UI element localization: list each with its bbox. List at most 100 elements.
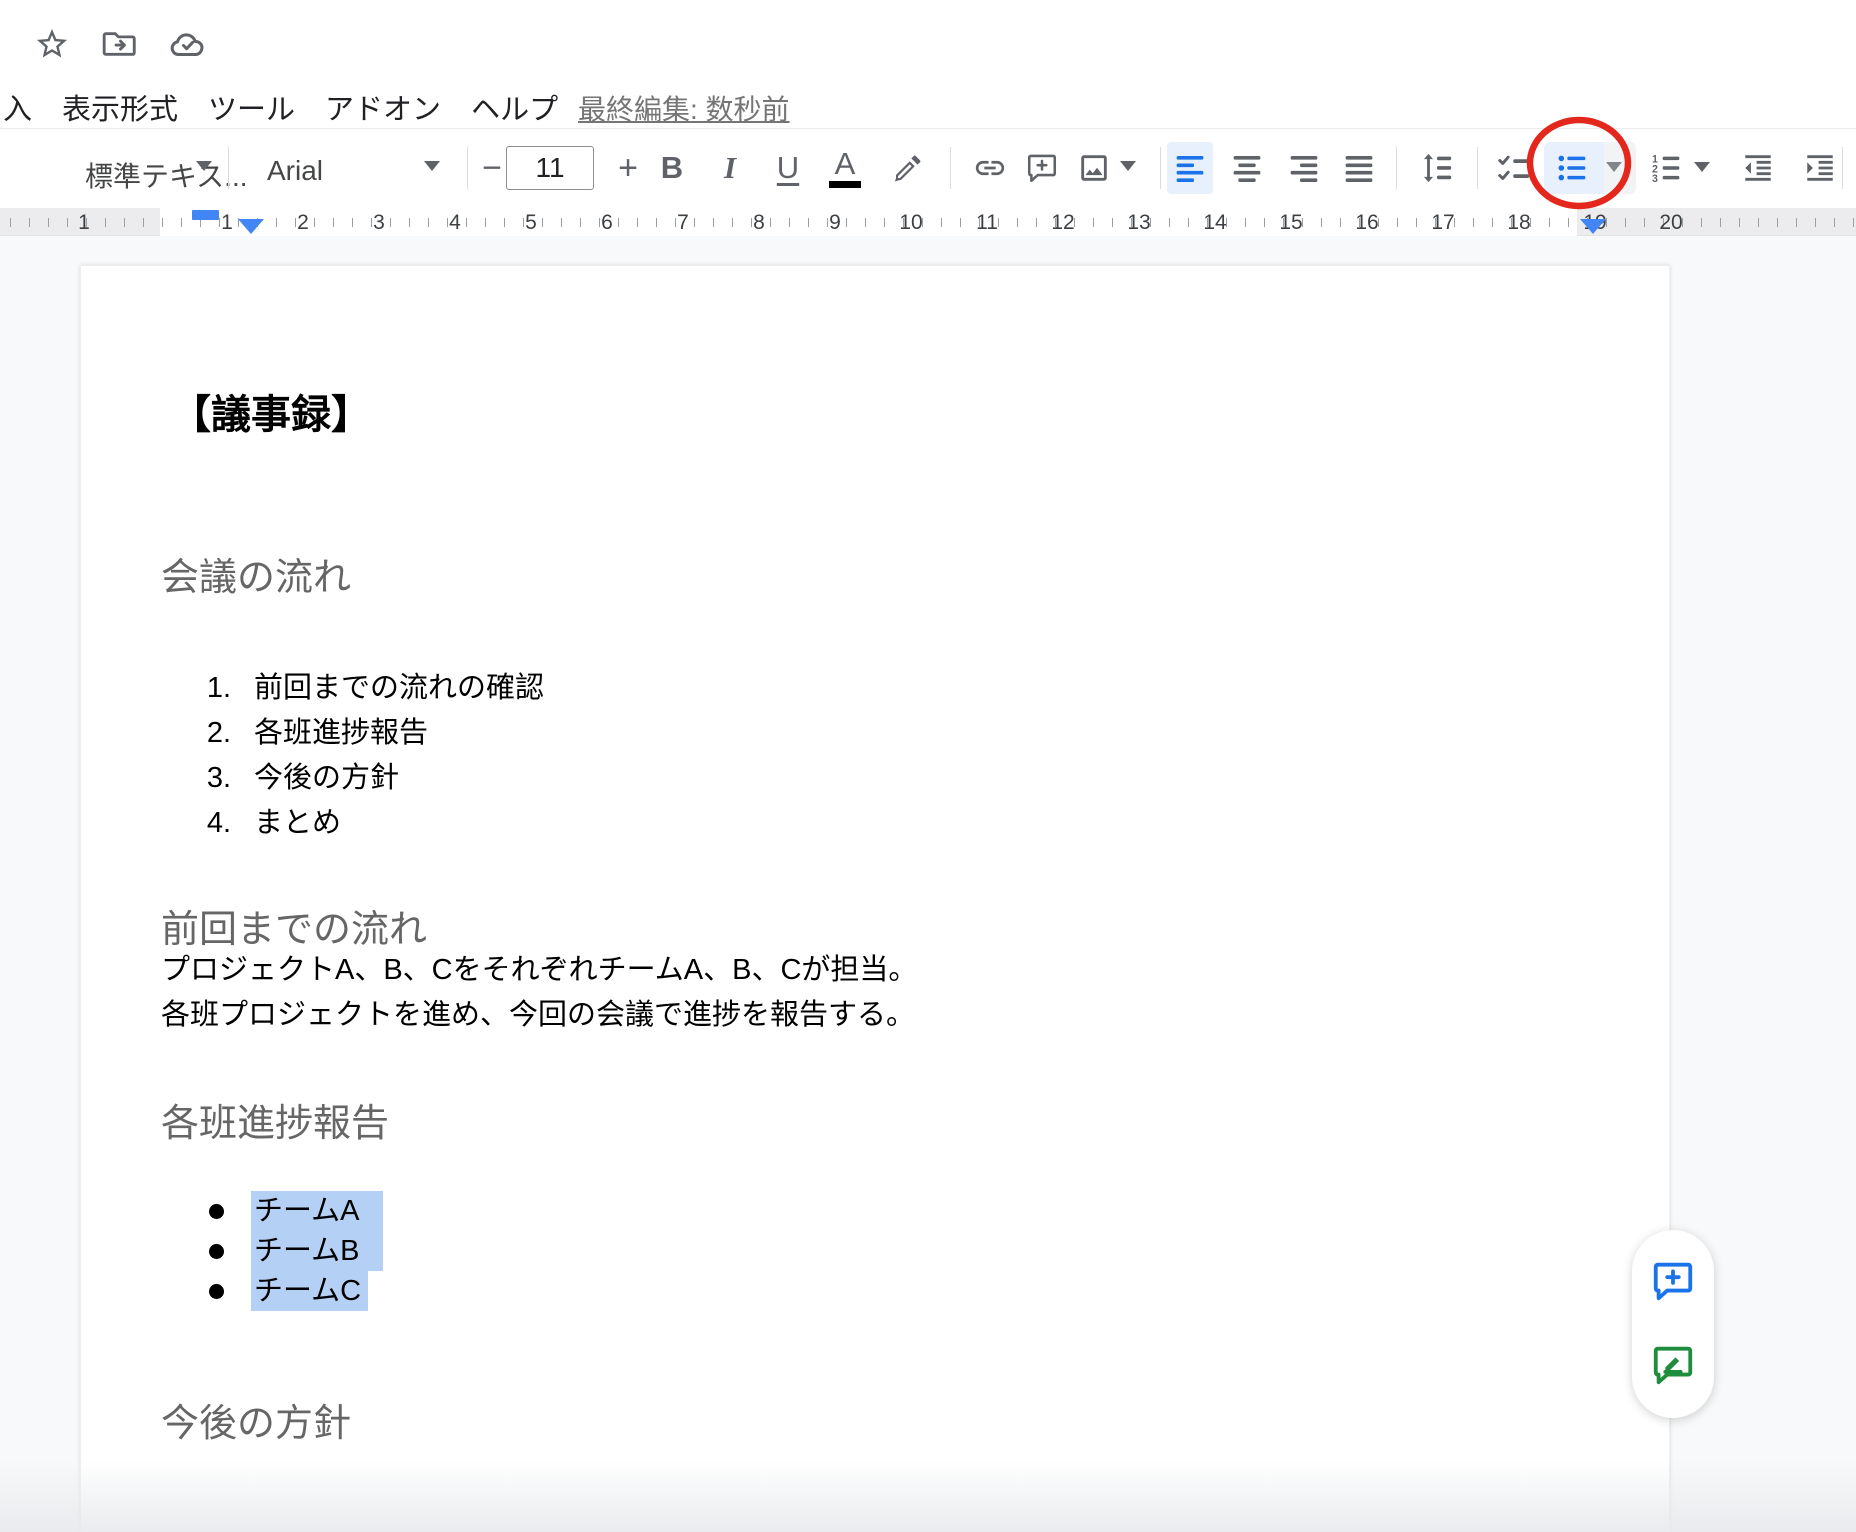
cloud-saved-icon[interactable] [166, 22, 210, 66]
increase-font-size-button[interactable]: + [608, 142, 648, 194]
toolbar-divider [228, 147, 229, 189]
heading-future-policy[interactable]: 今後の方針 [161, 1392, 351, 1447]
ruler-number: 1 [78, 211, 90, 235]
insert-link-button[interactable] [967, 142, 1013, 194]
increase-indent-button[interactable] [1797, 142, 1843, 194]
body-paragraph-line[interactable]: プロジェクトA、B、CをそれぞれチームA、B、Cが担当。 [161, 950, 917, 990]
numbered-list-item[interactable]: 3. 今後の方針 [81, 756, 1669, 801]
align-left-button[interactable] [1167, 142, 1213, 194]
list-number: 1. [189, 666, 231, 711]
current-text-color-swatch [829, 181, 861, 188]
list-item-text: 今後の方針 [254, 756, 399, 801]
ruler-number: 13 [1127, 211, 1150, 235]
document-canvas: 【議事録】 会議の流れ 1. 前回までの流れの確認 2. 各班進捗報告 3. 今… [0, 236, 1856, 1532]
plus-icon: + [618, 149, 638, 188]
bullet-icon [209, 1244, 224, 1259]
numbered-list-dropdown-icon[interactable] [1694, 162, 1710, 172]
bullet-icon [209, 1204, 224, 1219]
menu-item-help[interactable]: ヘルプ [471, 86, 558, 128]
bulleted-list-dropdown-icon[interactable] [1606, 162, 1622, 172]
numbered-list-item[interactable]: 1. 前回までの流れの確認 [81, 666, 1669, 711]
align-right-button[interactable] [1281, 142, 1327, 194]
ruler-number: 1 [221, 211, 233, 235]
right-indent-marker[interactable] [1580, 219, 1606, 234]
checklist-button[interactable] [1489, 142, 1539, 194]
numbered-list-item[interactable]: 2. 各班進捗報告 [81, 711, 1669, 756]
menu-item-insert-partial[interactable]: 入 [3, 86, 32, 128]
numbered-list-icon: 123 [1650, 152, 1682, 184]
heading-team-progress[interactable]: 各班進捗報告 [161, 1092, 389, 1147]
font-dropdown-icon[interactable] [424, 161, 440, 171]
menu-bar: 入 表示形式 ツール アドオン ヘルプ [0, 86, 558, 128]
link-icon [973, 151, 1007, 185]
selected-list-item-text[interactable]: チームA [251, 1191, 383, 1231]
line-spacing-icon [1420, 151, 1454, 185]
suggest-edits-floating-button[interactable] [1650, 1342, 1696, 1388]
left-indent-marker[interactable] [238, 219, 264, 234]
toolbar-divider [1160, 147, 1161, 189]
list-item-text: 各班進捗報告 [254, 711, 428, 756]
ruler-number: 6 [601, 211, 613, 235]
underline-icon: U [777, 150, 799, 186]
decrease-indent-button[interactable] [1735, 142, 1781, 194]
line-spacing-button[interactable] [1414, 142, 1460, 194]
bulleted-list-button[interactable] [1549, 142, 1595, 194]
paragraph-style-selector[interactable]: 標準テキス... [85, 155, 248, 195]
bold-button[interactable]: B [649, 142, 695, 194]
star-icon[interactable] [30, 22, 74, 66]
last-edit-link[interactable]: 最終編集: 数秒前 [578, 88, 790, 128]
body-paragraph-line[interactable]: 各班プロジェクトを進め、今回の会議で進捗を報告する。 [161, 995, 915, 1035]
menu-item-addons[interactable]: アドオン [325, 86, 441, 128]
selected-list-item-text[interactable]: チームB [251, 1231, 383, 1271]
font-size-input[interactable]: 11 [506, 146, 594, 190]
document-page[interactable]: 【議事録】 会議の流れ 1. 前回までの流れの確認 2. 各班進捗報告 3. 今… [80, 265, 1670, 1532]
comment-plus-icon [1025, 151, 1059, 185]
align-justify-button[interactable] [1336, 142, 1382, 194]
font-selector[interactable]: Arial [267, 155, 323, 187]
underline-button[interactable]: U [765, 142, 811, 194]
menu-item-tools[interactable]: ツール [208, 86, 295, 128]
bulleted-list-item[interactable]: チームB [81, 1231, 1669, 1271]
bulleted-list-item[interactable]: チームA [81, 1191, 1669, 1231]
italic-icon: I [724, 150, 736, 186]
insert-image-button[interactable] [1071, 142, 1117, 194]
comment-plus-icon [1650, 1258, 1696, 1304]
bulleted-list-item[interactable]: チームC [81, 1271, 1669, 1311]
toolbar-divider [1396, 147, 1397, 189]
heading-meeting-flow[interactable]: 会議の流れ [161, 546, 351, 601]
add-comment-button[interactable] [1019, 142, 1065, 194]
minus-icon: − [482, 149, 502, 188]
ruler-number: 15 [1279, 211, 1302, 235]
move-folder-icon[interactable] [98, 22, 142, 66]
text-color-icon: A [835, 149, 856, 179]
ruler-number: 4 [449, 211, 461, 235]
paragraph-style-dropdown-icon[interactable] [196, 161, 212, 171]
ruler-number: 9 [829, 211, 841, 235]
add-comment-floating-button[interactable] [1650, 1258, 1696, 1304]
first-line-indent-marker[interactable] [192, 210, 219, 220]
toolbar-divider [950, 147, 951, 189]
document-title[interactable]: 【議事録】 [171, 382, 371, 440]
toolbar: 標準テキス... Arial − 11 + B I U A [0, 128, 1856, 208]
menu-item-format[interactable]: 表示形式 [62, 86, 178, 128]
ruler-number: 7 [677, 211, 689, 235]
checklist-icon [1496, 150, 1532, 186]
heading-previous-flow[interactable]: 前回までの流れ [161, 898, 427, 953]
ruler-number: 2 [297, 211, 309, 235]
ruler-number: 8 [753, 211, 765, 235]
ruler-number: 5 [525, 211, 537, 235]
selected-list-item-text[interactable]: チームC [251, 1271, 368, 1311]
italic-button[interactable]: I [707, 142, 753, 194]
toolbar-divider [1477, 147, 1478, 189]
ruler-number: 17 [1431, 211, 1454, 235]
numbered-list-button[interactable]: 123 [1643, 142, 1689, 194]
highlight-color-button[interactable] [885, 142, 931, 194]
align-justify-icon [1343, 152, 1375, 184]
text-color-button[interactable]: A [822, 142, 868, 194]
bulleted-list-icon [1556, 152, 1588, 184]
align-center-button[interactable] [1224, 142, 1270, 194]
ruler-ticks [0, 218, 1856, 227]
numbered-list-item[interactable]: 4. まとめ [81, 801, 1669, 846]
insert-image-dropdown-icon[interactable] [1120, 161, 1136, 171]
list-number: 3. [189, 756, 231, 801]
